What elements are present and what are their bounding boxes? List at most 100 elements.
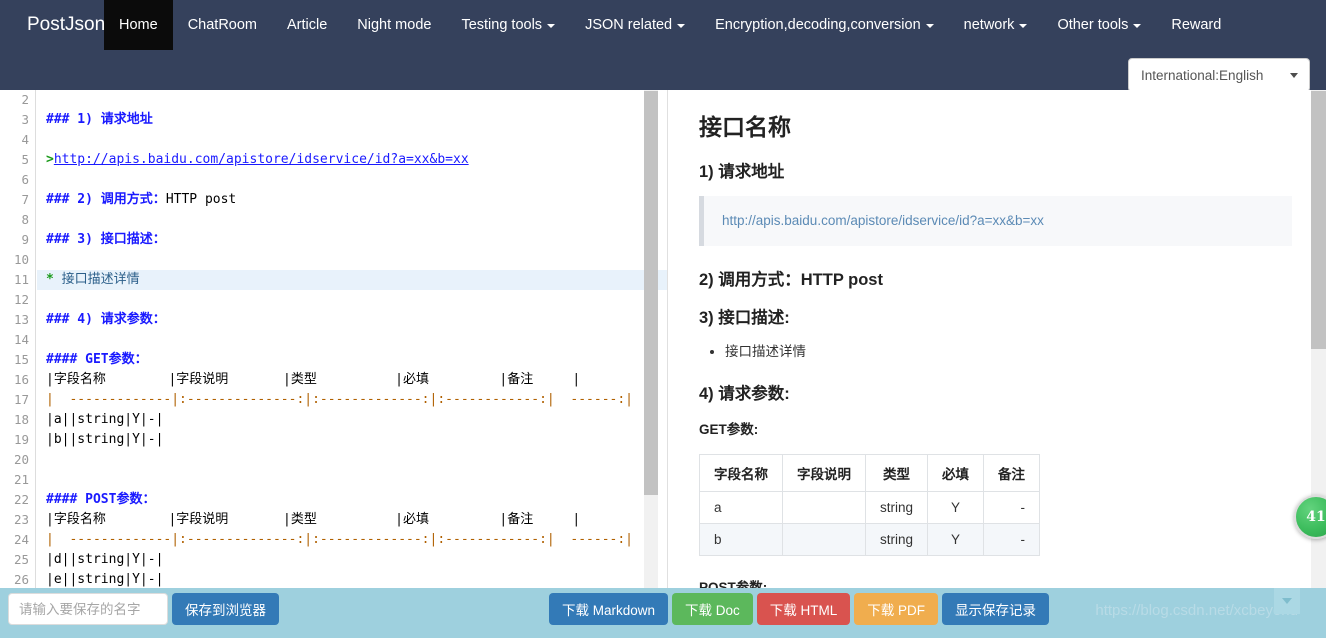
toolbar-button-显示保存记录[interactable]: 显示保存记录: [942, 593, 1050, 625]
nav-item-label: ChatRoom: [187, 17, 257, 33]
nav-item-json-related[interactable]: JSON related: [570, 0, 700, 50]
editor-code-line[interactable]: ### 2) 调用方式：HTTP post: [37, 190, 667, 210]
code-token: | -------------|:--------------:|:------…: [46, 532, 633, 547]
editor-code-line[interactable]: |字段名称 |字段说明 |类型 |必填 |备注 |: [37, 370, 667, 390]
code-token: |b||string|Y|-|: [46, 432, 164, 447]
editor-code-line[interactable]: | -------------|:--------------:|:------…: [37, 390, 667, 410]
toolbar-button-下载-doc[interactable]: 下载 Doc: [672, 593, 753, 625]
editor-scrollbar-thumb[interactable]: [644, 91, 658, 495]
preview-request-url-link[interactable]: http://apis.baidu.com/apistore/idservice…: [722, 213, 1044, 228]
editor-scrollbar[interactable]: [644, 90, 658, 588]
table-cell: string: [864, 491, 929, 525]
chevron-down-icon: [1290, 72, 1298, 78]
editor-code-line[interactable]: [37, 250, 667, 270]
editor-code-line[interactable]: * 接口描述详情: [37, 270, 667, 290]
table-cell: Y: [927, 491, 985, 525]
editor-line-number: 2: [21, 92, 29, 107]
table-column-header: 字段名称: [699, 454, 783, 493]
toolbar-button-下载-html[interactable]: 下载 HTML: [756, 593, 851, 625]
editor-code-line[interactable]: [37, 210, 667, 230]
collapse-panel-toggle[interactable]: [1274, 588, 1300, 614]
nav-menu: Home ChatRoom Article Night mode Testing too…: [104, 0, 1236, 50]
code-token: |字段名称 |字段说明 |类型 |必填 |备注 |: [46, 372, 581, 387]
nav-item-night-mode[interactable]: Night mode: [342, 0, 446, 50]
code-token: #### GET: [46, 352, 109, 367]
editor-line-number: 5: [21, 152, 29, 167]
nav-item-encryption-decoding-conversion[interactable]: Encryption,decoding,conversion: [700, 0, 949, 50]
save-to-browser-button[interactable]: 保存到浏览器: [172, 593, 279, 625]
editor-code-line[interactable]: [37, 130, 667, 150]
markdown-editor-pane[interactable]: 2 3 4 5 6 7 8 9 10 11 12 13 14 15 16 17 18 19 20 21 22 23 24 25…: [0, 90, 668, 588]
editor-code-line[interactable]: |d||string|Y|-|: [37, 550, 667, 570]
preview-scrollbar-thumb[interactable]: [1311, 91, 1326, 349]
editor-line-number: 13: [13, 312, 29, 327]
editor-code-line[interactable]: |字段名称 |字段说明 |类型 |必填 |备注 |: [37, 510, 667, 530]
code-token: 接口描述详情: [61, 272, 140, 287]
code-token: ### 2): [46, 192, 101, 207]
editor-line-number: 25: [13, 552, 29, 567]
editor-line-number: 15: [13, 352, 29, 367]
editor-code-line[interactable]: #### POST参数：: [37, 490, 667, 510]
toolbar-button-下载-pdf[interactable]: 下载 PDF: [854, 593, 939, 625]
chevron-down-icon: [547, 24, 556, 28]
code-token: 参数：: [108, 352, 148, 367]
editor-code-line[interactable]: [37, 470, 667, 490]
table-column-header: 必填: [927, 454, 985, 493]
table-cell: string: [864, 523, 929, 557]
nav-item-home[interactable]: Home: [104, 0, 173, 50]
editor-code-line[interactable]: ### 3) 接口描述：: [37, 230, 667, 250]
code-token: |d||string|Y|-|: [46, 552, 164, 567]
code-token: #### POST: [46, 492, 117, 507]
editor-code-line[interactable]: [37, 290, 667, 310]
code-token: *: [46, 272, 62, 287]
editor-code-line[interactable]: >http://apis.baidu.com/apistore/idservic…: [37, 150, 667, 170]
code-token: ### 1): [46, 112, 101, 127]
nav-item-network[interactable]: network: [949, 0, 1043, 50]
editor-code-line[interactable]: |b||string|Y|-|: [37, 430, 667, 450]
nav-item-label: Testing tools: [461, 17, 543, 33]
editor-line-number: 7: [21, 192, 29, 207]
preview-heading-3: 3) 接口描述:: [699, 309, 790, 327]
watermark-text: https://blog.csdn.net/xcbeyond: [1095, 602, 1298, 619]
code-token: 请求参数：: [100, 312, 166, 327]
editor-code-line[interactable]: | -------------|:--------------:|:------…: [37, 530, 667, 550]
editor-code-line[interactable]: [37, 330, 667, 350]
editor-code-line[interactable]: |a||string|Y|-|: [37, 410, 667, 430]
save-name-input[interactable]: [8, 593, 168, 625]
nav-item-label: Reward: [1171, 17, 1222, 33]
nav-item-chatroom[interactable]: ChatRoom: [173, 0, 272, 50]
editor-code-area[interactable]: ### 1) 请求地址 >http://apis.baidu.com/apist…: [37, 90, 667, 588]
nav-item-reward[interactable]: Reward: [1156, 0, 1236, 50]
toolbar-button-下载-markdown[interactable]: 下载 Markdown: [549, 593, 669, 625]
table-header-row: 字段名称 字段说明 类型 必填 备注: [699, 454, 1041, 493]
editor-line-number: 14: [13, 332, 29, 347]
editor-code-line[interactable]: [37, 170, 667, 190]
table-cell: [782, 523, 866, 557]
code-token: http://apis.baidu.com/apistore/idservice…: [53, 152, 469, 167]
editor-line-number: 4: [21, 132, 29, 147]
editor-line-number: 23: [13, 512, 29, 527]
nav-item-article[interactable]: Article: [272, 0, 342, 50]
nav-item-testing-tools[interactable]: Testing tools: [446, 0, 570, 50]
preview-heading-1: 1) 请求地址: [699, 163, 785, 181]
editor-line-number: 3: [21, 112, 29, 127]
editor-code-line[interactable]: [37, 90, 667, 110]
table-row: b string Y -: [699, 523, 1041, 557]
triangle-down-icon: [1282, 598, 1292, 604]
editor-code-line[interactable]: #### GET参数：: [37, 350, 667, 370]
table-body: a string Y - b string Y -: [699, 491, 1041, 557]
editor-code-line[interactable]: [37, 450, 667, 470]
preview-get-params-table: 字段名称 字段说明 类型 必填 备注 a string Y - b string Y -: [699, 454, 1041, 557]
nav-item-other-tools[interactable]: Other tools: [1042, 0, 1156, 50]
bottom-toolbar: 保存到浏览器 下载 Markdown下载 Doc下载 HTML下载 PDF显示保…: [0, 588, 1326, 638]
language-select[interactable]: International:English: [1128, 58, 1310, 92]
editor-code-line[interactable]: ### 1) 请求地址: [37, 110, 667, 130]
table-cell: -: [983, 491, 1041, 525]
editor-code-line[interactable]: |e||string|Y|-|: [37, 570, 667, 588]
nav-item-label: Night mode: [357, 17, 432, 33]
code-token: | -------------|:--------------:|:------…: [46, 392, 633, 407]
table-column-header: 备注: [983, 454, 1041, 493]
editor-code-line[interactable]: ### 4) 请求参数：: [37, 310, 667, 330]
preview-title: 接口名称: [699, 114, 791, 140]
preview-get-label: GET参数:: [699, 422, 759, 438]
